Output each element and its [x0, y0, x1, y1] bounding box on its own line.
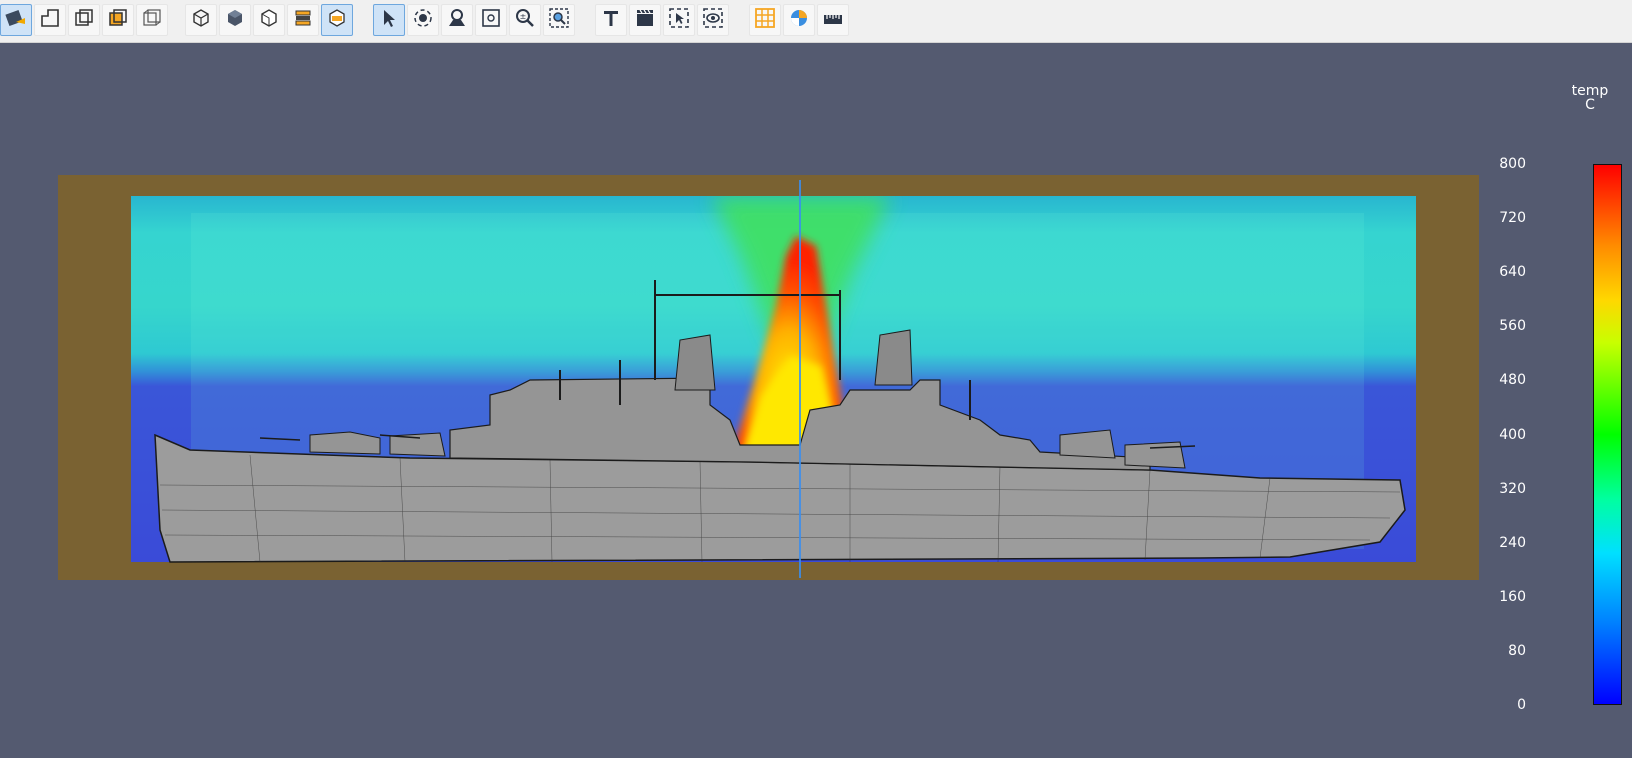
shaded-box-button[interactable]	[102, 4, 134, 36]
legend-tick-label: 0	[1517, 697, 1526, 713]
outline-button[interactable]	[34, 4, 66, 36]
legend-tick-label: 720	[1499, 210, 1526, 227]
fit-icon	[479, 6, 503, 34]
brush-icon	[4, 6, 28, 34]
legend-tick-label: 800	[1499, 156, 1526, 172]
view-cut-button[interactable]	[321, 4, 353, 36]
cursor-icon	[377, 6, 401, 34]
camera-eye-icon	[445, 6, 469, 34]
surface-render-button[interactable]	[0, 4, 32, 36]
cube-front-icon	[257, 6, 281, 34]
camera-button[interactable]	[441, 4, 473, 36]
legend-variable: temp	[1571, 83, 1609, 99]
ship-model	[154, 280, 1406, 563]
grid-icon	[753, 6, 777, 34]
select-box-button[interactable]	[663, 4, 695, 36]
cube-iso-icon	[189, 6, 213, 34]
zoom-button[interactable]: ±	[509, 4, 541, 36]
eye-box-icon	[701, 6, 725, 34]
legend-tick-label: 80	[1508, 642, 1526, 659]
ruler-icon	[821, 6, 845, 34]
view-front-button[interactable]	[253, 4, 285, 36]
outline-icon	[38, 6, 62, 34]
box-wire-icon	[140, 6, 164, 34]
toolbar: ±	[0, 0, 1632, 43]
view-iso-button[interactable]	[185, 4, 217, 36]
box-orange-icon	[106, 6, 130, 34]
legend-unit: C	[1585, 97, 1595, 113]
clapper-icon	[633, 6, 657, 34]
cube-solid-icon	[223, 6, 247, 34]
text-button[interactable]	[595, 4, 627, 36]
zoom-box-icon	[547, 6, 571, 34]
rotate-button[interactable]	[407, 4, 439, 36]
visibility-button[interactable]	[697, 4, 729, 36]
grid-button[interactable]	[749, 4, 781, 36]
color-button[interactable]	[783, 4, 815, 36]
legend-tick-label: 560	[1499, 318, 1526, 335]
legend-tick-label: 320	[1499, 480, 1526, 497]
legend-tick-label: 480	[1499, 372, 1526, 389]
slice-plane-indicator	[799, 180, 801, 578]
layers-icon	[291, 6, 315, 34]
text-icon	[599, 6, 623, 34]
zoom-icon: ±	[513, 6, 537, 34]
clapper-button[interactable]	[629, 4, 661, 36]
color-globe-icon	[787, 6, 811, 34]
legend-tick-label: 240	[1499, 534, 1526, 551]
rotate-icon	[411, 6, 435, 34]
legend-tick-label: 400	[1499, 426, 1526, 443]
color-legend-title: temp C	[1560, 84, 1620, 112]
display-options-group	[749, 4, 849, 36]
interaction-group: ±	[373, 4, 575, 36]
view-orientation-group	[185, 4, 353, 36]
ruler-button[interactable]	[817, 4, 849, 36]
zoom-box-button[interactable]	[543, 4, 575, 36]
select-box-icon	[667, 6, 691, 34]
wireframe-box-button[interactable]	[136, 4, 168, 36]
box-frame-icon	[72, 6, 96, 34]
select-button[interactable]	[373, 4, 405, 36]
cube-cut-icon	[325, 6, 349, 34]
color-legend-bar	[1593, 164, 1622, 705]
annotation-group	[595, 4, 729, 36]
layers-button[interactable]	[287, 4, 319, 36]
view-solid-button[interactable]	[219, 4, 251, 36]
render-mode-group	[0, 4, 168, 36]
legend-tick-label: 640	[1499, 264, 1526, 281]
bounding-box-button[interactable]	[68, 4, 100, 36]
legend-tick-label: 160	[1499, 588, 1526, 605]
fit-button[interactable]	[475, 4, 507, 36]
svg-text:±: ±	[520, 12, 527, 21]
